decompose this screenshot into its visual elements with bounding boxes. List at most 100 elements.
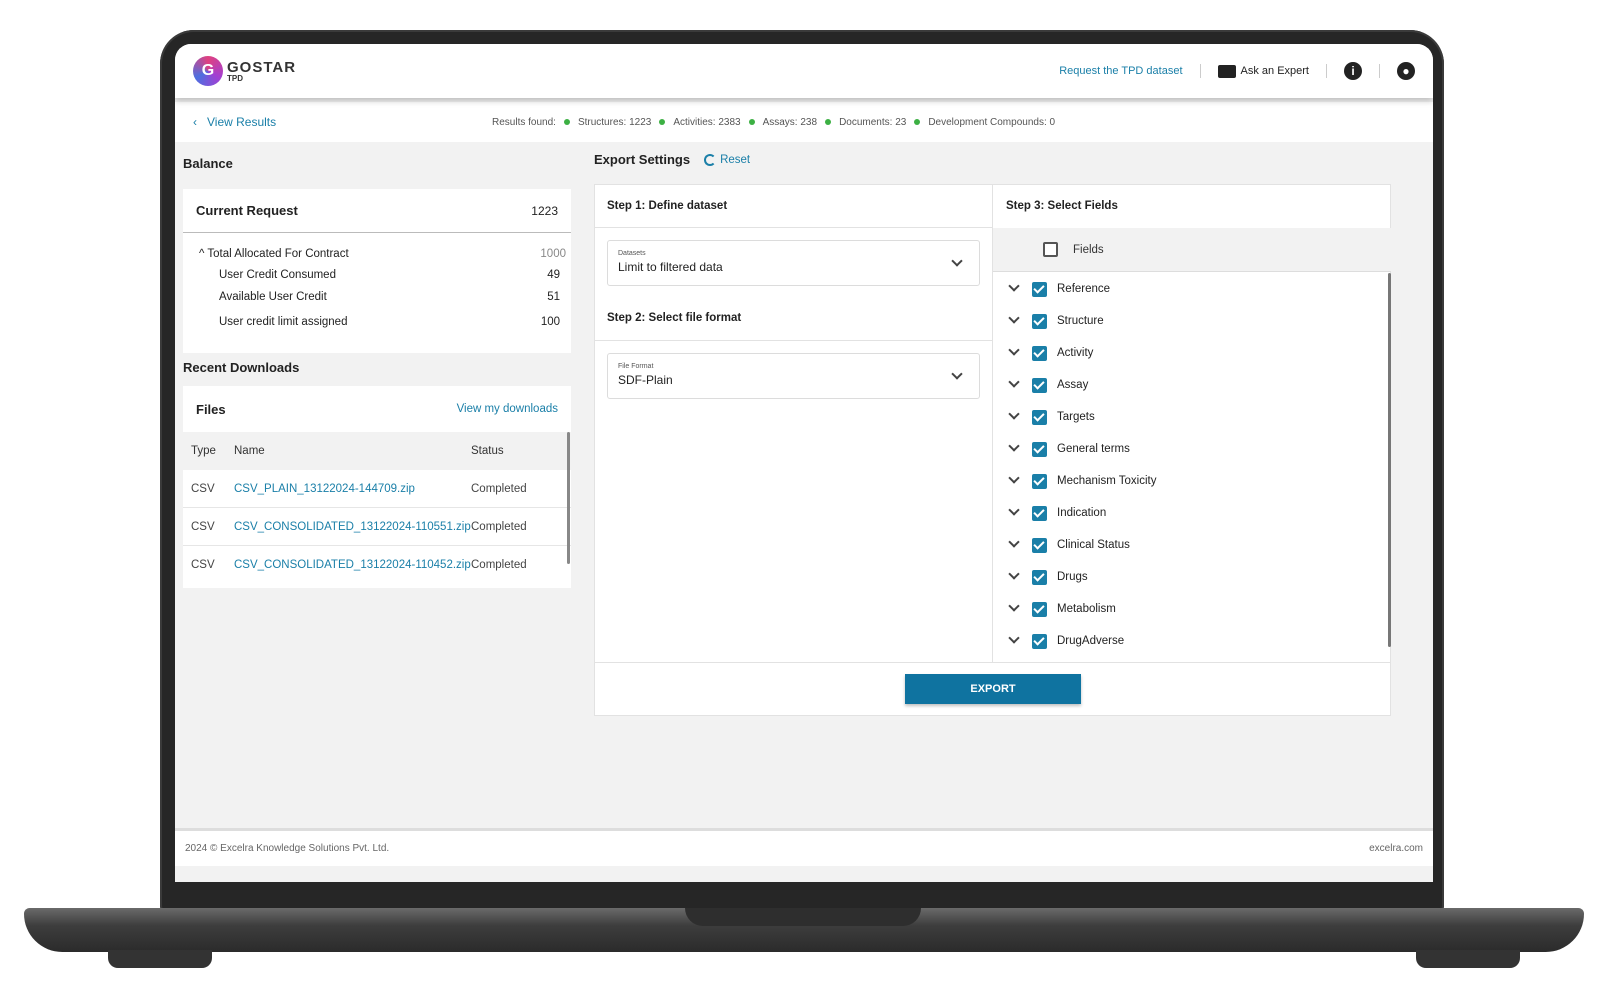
files-scrollbar[interactable] bbox=[567, 432, 570, 564]
chevron-down-icon[interactable] bbox=[1008, 312, 1020, 324]
field-checkbox[interactable] bbox=[1032, 505, 1047, 521]
step1-title: Step 1: Define dataset bbox=[607, 200, 728, 212]
footer-site-link[interactable]: excelra.com bbox=[1369, 843, 1423, 854]
brand-name: GOSTAR bbox=[227, 58, 297, 76]
chevron-down-icon[interactable] bbox=[1008, 600, 1020, 612]
chevron-down-icon[interactable] bbox=[1008, 440, 1020, 452]
table-row: CSV CSV_CONSOLIDATED_13122024-110551.zip… bbox=[183, 508, 571, 546]
field-checkbox[interactable] bbox=[1032, 569, 1047, 585]
field-row-reference: Reference bbox=[993, 273, 1388, 305]
ask-expert-button[interactable]: Ask an Expert bbox=[1217, 64, 1309, 78]
chevron-down-icon[interactable] bbox=[1008, 536, 1020, 548]
chevron-down-icon[interactable] bbox=[1008, 568, 1020, 580]
footer-copyright: 2024 © Excelra Knowledge Solutions Pvt. … bbox=[185, 843, 390, 854]
laptop-foot-left bbox=[108, 950, 212, 968]
results-bar: ‹ View Results Results found: Structures… bbox=[175, 102, 1433, 142]
laptop-notch bbox=[685, 908, 921, 926]
field-label: Metabolism bbox=[1057, 603, 1116, 615]
field-checkbox[interactable] bbox=[1032, 633, 1047, 649]
field-checkbox[interactable] bbox=[1032, 409, 1047, 425]
table-row: CSV CSV_CONSOLIDATED_13122024-110452.zip… bbox=[183, 546, 571, 584]
field-label: Structure bbox=[1057, 315, 1104, 327]
file-name-link[interactable]: CSV_CONSOLIDATED_13122024-110551.zip bbox=[234, 521, 471, 533]
step2-title: Step 2: Select file format bbox=[607, 312, 742, 324]
field-checkbox[interactable] bbox=[1032, 601, 1047, 617]
field-label: Drugs bbox=[1057, 571, 1088, 583]
field-label: Reference bbox=[1057, 283, 1111, 295]
select-all-checkbox[interactable] bbox=[1043, 242, 1058, 257]
field-checkbox[interactable] bbox=[1032, 313, 1047, 329]
status-dot-icon bbox=[659, 119, 666, 125]
mail-icon bbox=[1217, 64, 1236, 78]
recent-downloads-title: Recent Downloads bbox=[183, 360, 300, 375]
dataset-select[interactable]: Datasets Limit to filtered data bbox=[607, 240, 980, 286]
column-status: Status bbox=[471, 445, 504, 457]
field-checkbox[interactable] bbox=[1032, 473, 1047, 489]
view-my-downloads-link[interactable]: View my downloads bbox=[457, 403, 558, 415]
stat-assays: Assays: 238 bbox=[762, 116, 818, 128]
fields-scrollbar[interactable] bbox=[1388, 273, 1391, 647]
field-row-structure: Structure bbox=[993, 305, 1388, 337]
field-label: Targets bbox=[1057, 411, 1095, 423]
fields-header-label: Fields bbox=[1073, 243, 1104, 256]
app-screen: GOSTAR TPD Request the TPD dataset Ask a… bbox=[175, 44, 1433, 882]
total-allocated-label: Total Allocated For Contract bbox=[207, 248, 349, 260]
export-button[interactable]: EXPORT bbox=[905, 674, 1081, 704]
field-checkbox[interactable] bbox=[1032, 377, 1047, 393]
field-checkbox[interactable] bbox=[1032, 281, 1047, 297]
status-dot-icon bbox=[748, 119, 755, 125]
user-account-icon[interactable]: ● bbox=[1397, 62, 1415, 80]
step-divider bbox=[595, 227, 992, 228]
credit-consumed-value: 49 bbox=[547, 269, 560, 281]
current-request-value: 1223 bbox=[531, 203, 558, 218]
chevron-down-icon[interactable] bbox=[1008, 280, 1020, 292]
reset-button[interactable]: Reset bbox=[704, 153, 750, 166]
chevron-down-icon[interactable] bbox=[1008, 376, 1020, 388]
field-label: General terms bbox=[1057, 443, 1130, 455]
stat-documents: Documents: 23 bbox=[839, 116, 907, 128]
request-dataset-link[interactable]: Request the TPD dataset bbox=[1059, 65, 1182, 77]
chevron-down-icon[interactable] bbox=[1008, 344, 1020, 356]
balance-title: Balance bbox=[183, 156, 233, 171]
results-label: Results found: bbox=[492, 116, 556, 128]
file-format-select[interactable]: File Format SDF-Plain bbox=[607, 353, 980, 399]
file-name-link[interactable]: CSV_CONSOLIDATED_13122024-110452.zip bbox=[234, 559, 471, 571]
files-card: Files View my downloads Type Name Status… bbox=[183, 386, 571, 588]
files-table-header: Type Name Status bbox=[183, 432, 571, 470]
total-allocated-value: 1000 bbox=[540, 248, 566, 260]
refresh-icon bbox=[704, 153, 717, 166]
available-credit-row: Available User Credit 51 bbox=[219, 291, 560, 303]
view-results-link[interactable]: ‹ View Results bbox=[193, 115, 276, 129]
credit-consumed-label: User Credit Consumed bbox=[219, 269, 336, 281]
field-row-indication: Indication bbox=[993, 497, 1388, 529]
field-row-metabolism: Metabolism bbox=[993, 593, 1388, 625]
field-checkbox[interactable] bbox=[1032, 537, 1047, 553]
stat-activities: Activities: 2383 bbox=[673, 116, 741, 128]
gostar-logo-icon bbox=[193, 56, 223, 86]
app-footer: 2024 © Excelra Knowledge Solutions Pvt. … bbox=[175, 828, 1433, 866]
field-row-drugadverse: DrugAdverse bbox=[993, 625, 1388, 657]
info-icon[interactable]: i bbox=[1344, 62, 1362, 80]
file-name-link[interactable]: CSV_PLAIN_13122024-144709.zip bbox=[234, 483, 471, 495]
export-settings-header: Export Settings Reset bbox=[594, 152, 750, 167]
brand-sub: TPD bbox=[227, 73, 243, 83]
field-checkbox[interactable] bbox=[1032, 441, 1047, 457]
dataset-select-label: Datasets bbox=[618, 250, 646, 257]
chevron-down-icon[interactable] bbox=[1008, 632, 1020, 644]
brand-logo[interactable]: GOSTAR TPD bbox=[193, 56, 296, 86]
field-label: Assay bbox=[1057, 379, 1089, 391]
field-checkbox[interactable] bbox=[1032, 345, 1047, 361]
ask-expert-label: Ask an Expert bbox=[1240, 65, 1309, 77]
stat-development-compounds: Development Compounds: 0 bbox=[928, 116, 1056, 128]
chevron-down-icon[interactable] bbox=[1008, 504, 1020, 516]
file-status: Completed bbox=[471, 559, 527, 571]
column-type: Type bbox=[191, 445, 216, 457]
field-label: Activity bbox=[1057, 347, 1094, 359]
credit-limit-row: User credit limit assigned 100 bbox=[219, 316, 560, 328]
chevron-down-icon[interactable] bbox=[1008, 472, 1020, 484]
total-allocated-row[interactable]: ^ Total Allocated For Contract 1000 bbox=[199, 248, 566, 260]
step-divider bbox=[595, 340, 992, 341]
file-status: Completed bbox=[471, 520, 527, 533]
available-credit-value: 51 bbox=[547, 291, 560, 303]
chevron-down-icon[interactable] bbox=[1008, 408, 1020, 420]
